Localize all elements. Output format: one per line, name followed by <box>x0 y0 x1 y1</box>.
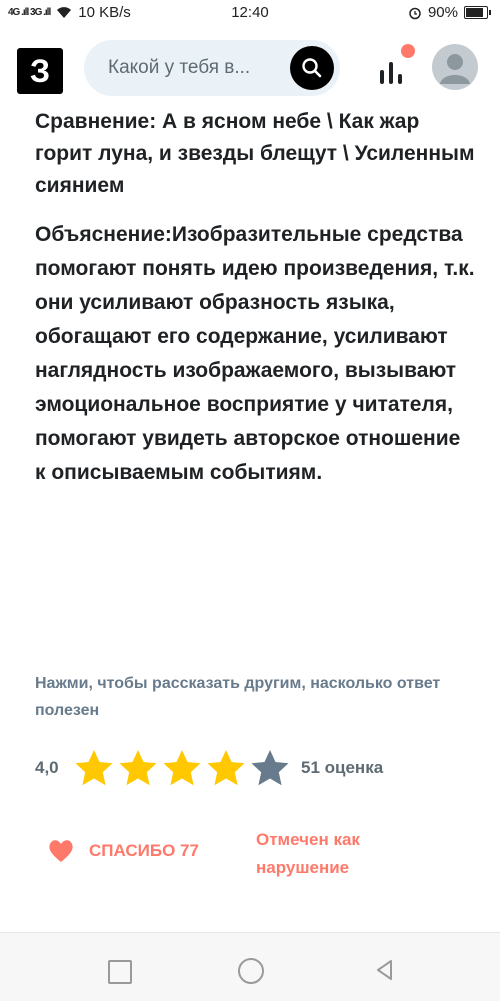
stats-icon[interactable] <box>375 56 409 90</box>
avatar[interactable] <box>432 44 478 90</box>
star-filled-icon[interactable] <box>117 748 159 788</box>
thanks-button[interactable]: СПАСИБО 77 <box>47 838 199 864</box>
rating-row: 4,0 51 оценка <box>35 748 475 788</box>
recents-button[interactable] <box>108 960 132 984</box>
star-filled-icon[interactable] <box>73 748 115 788</box>
thanks-label: СПАСИБО 77 <box>89 841 199 860</box>
star-empty-icon[interactable] <box>249 748 291 788</box>
rating-stars[interactable] <box>73 748 291 788</box>
rating-value: 4,0 <box>35 758 59 777</box>
search-button[interactable] <box>290 46 334 90</box>
app-header: З Какой у тебя в... <box>0 26 500 116</box>
answer-comparison: Сравнение: А в ясном небе \ Как жар гори… <box>35 110 475 197</box>
notification-dot <box>401 44 415 58</box>
app-logo[interactable]: З <box>17 48 63 94</box>
battery-percent: 90% <box>427 4 458 21</box>
search-input[interactable]: Какой у тебя в... <box>108 57 250 79</box>
answer-content: Сравнение: А в ясном небе \ Как жар гори… <box>35 106 475 490</box>
battery-icon <box>464 6 491 19</box>
status-bar: 4G .ıll 3G .ıll 10 KB/s 12:40 90% <box>0 0 500 26</box>
star-filled-icon[interactable] <box>205 748 247 788</box>
answer-explanation: Объяснение:Изобразительные средства помо… <box>35 223 475 484</box>
rating-count: 51 оценка <box>301 758 384 777</box>
status-right: 90% <box>408 4 491 21</box>
system-nav-bar <box>0 932 500 1001</box>
alarm-icon <box>409 7 421 19</box>
rating-prompt: Нажми, чтобы рассказать другим, наскольк… <box>35 675 441 719</box>
search-bar[interactable]: Какой у тебя в... <box>84 40 340 96</box>
home-button[interactable] <box>238 958 264 984</box>
heart-icon <box>49 840 73 862</box>
search-icon <box>302 58 322 78</box>
back-icon[interactable] <box>372 957 398 983</box>
user-icon <box>440 54 470 84</box>
violation-label: Отмечен как нарушение <box>256 830 360 877</box>
star-filled-icon[interactable] <box>161 748 203 788</box>
